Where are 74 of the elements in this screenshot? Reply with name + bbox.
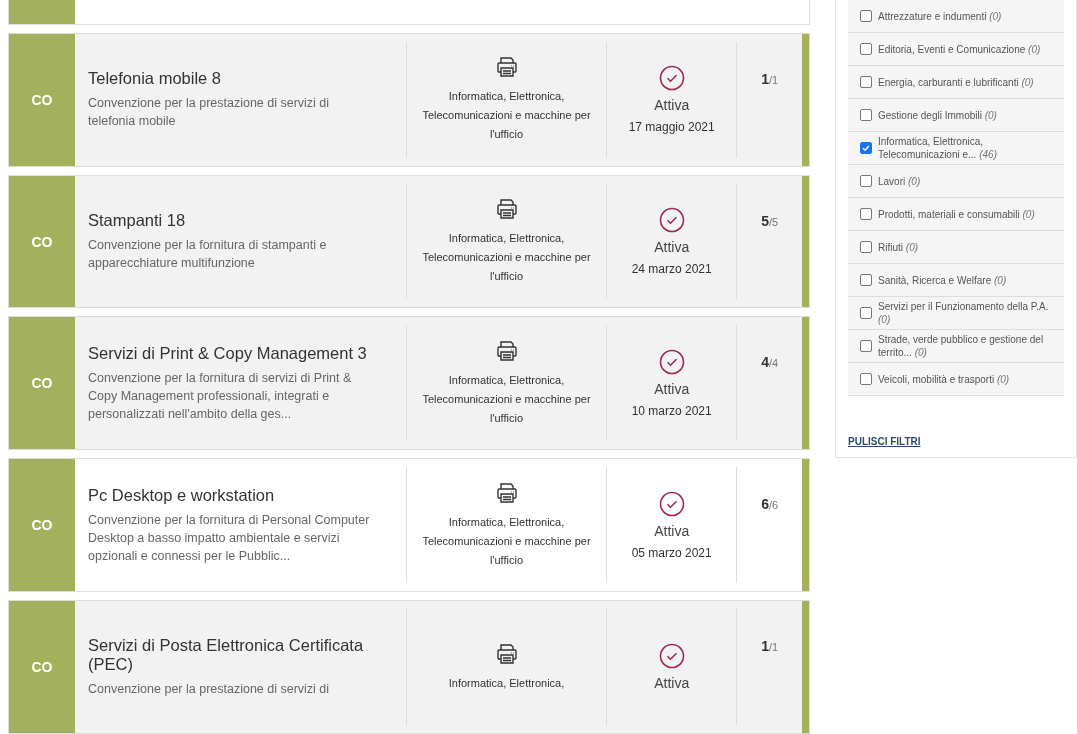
checkbox[interactable] xyxy=(860,208,872,220)
type-badge: CO xyxy=(9,317,75,450)
checkbox[interactable] xyxy=(860,76,872,88)
checkbox[interactable] xyxy=(860,307,872,319)
type-badge: CO xyxy=(9,601,75,733)
printer-icon xyxy=(494,197,519,222)
result-card[interactable]: CO Telefonia mobile 8 Convenzione per la prestazione di servizi di telefonia mobile Informatica, Elettronica, Telecomunicazioni e macchine per l'ufficio Attiva 17 maggio 2021 1/1 xyxy=(8,32,810,167)
result-description: Convenzione per la prestazione di servizi di telefonia mobile xyxy=(88,95,331,131)
checkbox[interactable] xyxy=(860,274,872,286)
category-label: Informatica, Elettronica, Telecomunicazioni e macchine per l'ufficio xyxy=(421,89,592,143)
category-label: Informatica, Elettronica, Telecomunicazioni e macchine per l'ufficio xyxy=(421,231,592,285)
checkbox[interactable] xyxy=(860,10,872,22)
filter-option[interactable]: Energia, carburanti e lubrificanti (0) xyxy=(848,66,1064,99)
lot-count: 4/4 xyxy=(761,353,779,372)
status-label: Attiva xyxy=(654,675,690,692)
status-date: 24 marzo 2021 xyxy=(631,262,712,277)
status-label: Attiva xyxy=(654,97,690,114)
printer-icon xyxy=(494,480,519,505)
check-circle-icon xyxy=(658,643,685,670)
checkbox[interactable] xyxy=(860,109,872,121)
check-circle-icon xyxy=(658,348,685,375)
result-card[interactable]: CO Stampanti 18 Convenzione per la fornitura di stampanti e apparecchiature multifunzione Informatica, Elettronica, Telecomunicazioni e macchine per l'ufficio Attiva 24 marzo 2021 5/5 xyxy=(8,174,810,309)
checkbox[interactable] xyxy=(860,241,872,253)
result-card[interactable] xyxy=(8,316,810,451)
filter-option[interactable]: Gestione degli Immobili (0) xyxy=(848,99,1064,132)
filter-option[interactable]: Editoria, Eventi e Comunicazione (0) xyxy=(848,33,1064,66)
result-description: Convenzione per la fornitura di stampanti e apparecchiature multifunzione xyxy=(88,237,328,273)
check-circle-icon xyxy=(658,65,685,92)
filter-option[interactable]: Servizi per il Funzionamento della P.A. (0) xyxy=(848,297,1064,330)
filter-option[interactable]: Lavori (0) xyxy=(848,165,1064,198)
filter-option[interactable]: Strade, verde pubblico e gestione del territo... (0) xyxy=(848,330,1064,363)
result-title[interactable]: Pc Desktop e workstation xyxy=(88,485,378,505)
category-label: Informatica, Elettronica, xyxy=(447,675,566,691)
checkbox[interactable] xyxy=(860,340,872,352)
status-label: Attiva xyxy=(654,522,690,539)
check-circle-icon xyxy=(658,207,685,234)
checkbox[interactable] xyxy=(860,142,872,154)
status-label: Attiva xyxy=(654,239,690,256)
status-label: Attiva xyxy=(654,380,690,397)
printer-icon xyxy=(494,55,519,80)
type-badge: CO xyxy=(9,33,75,166)
type-badge: CO xyxy=(9,175,75,308)
status-date: 10 marzo 2021 xyxy=(631,403,712,418)
filter-option[interactable]: Informatica, Elettronica, Telecomunicazioni e... (46) xyxy=(848,132,1064,165)
result-description: Convenzione per la fornitura di Personal Computer Desktop a basso impatto ambientale e servizi opzionali e connessi per le Pubblic... xyxy=(88,511,371,565)
result-title[interactable]: Servizi di Posta Elettronica Certificata (PEC) xyxy=(88,636,378,675)
status-date: 05 marzo 2021 xyxy=(631,545,712,560)
category-label: Informatica, Elettronica, Telecomunicazioni e macchine per l'ufficio xyxy=(421,514,592,568)
check-circle-icon xyxy=(658,490,685,517)
status-date: 17 maggio 2021 xyxy=(628,120,715,135)
result-card[interactable] xyxy=(8,458,810,593)
filter-option[interactable]: Veicoli, mobilità e trasporti (0) xyxy=(848,363,1064,396)
type-badge: CO xyxy=(9,459,75,592)
clear-filters-link[interactable]: PULISCI FILTRI xyxy=(848,436,921,447)
category-label: Informatica, Elettronica, Telecomunicazioni e macchine per l'ufficio xyxy=(421,372,592,426)
filter-option[interactable]: Sanità, Ricerca e Welfare (0) xyxy=(848,264,1064,297)
checkbox[interactable] xyxy=(860,43,872,55)
checkbox[interactable] xyxy=(860,373,872,385)
result-description: Convenzione per la fornitura di servizi di Print & Copy Management professionali, integrati e personalizzati nell'ambito della ges... xyxy=(88,369,353,423)
lot-count: 5/5 xyxy=(761,211,779,230)
lot-count: 6/6 xyxy=(761,495,779,514)
filter-option[interactable]: Rifiuti (0) xyxy=(848,231,1064,264)
printer-icon xyxy=(494,641,519,666)
printer-icon xyxy=(494,338,519,363)
result-card[interactable]: CO Servizi di Posta Elettronica Certificata (PEC) Convenzione per la prestazione di servizi di Informatica, Elettronica, Attiva 1/1 xyxy=(8,600,810,734)
lot-count: 1/1 xyxy=(761,69,779,88)
result-title[interactable]: Telefonia mobile 8 xyxy=(88,69,378,89)
result-title[interactable]: Servizi di Print & Copy Management 3 xyxy=(88,343,378,363)
result-description: Convenzione per la prestazione di servizi di xyxy=(88,681,331,699)
lot-count: 1/1 xyxy=(761,637,779,656)
checkbox[interactable] xyxy=(860,175,872,187)
filter-option[interactable]: Prodotti, materiali e consumabili (0) xyxy=(848,198,1064,231)
result-title[interactable]: Stampanti 18 xyxy=(88,211,378,231)
filter-option[interactable]: Attrezzature e indumenti (0) xyxy=(848,0,1064,33)
